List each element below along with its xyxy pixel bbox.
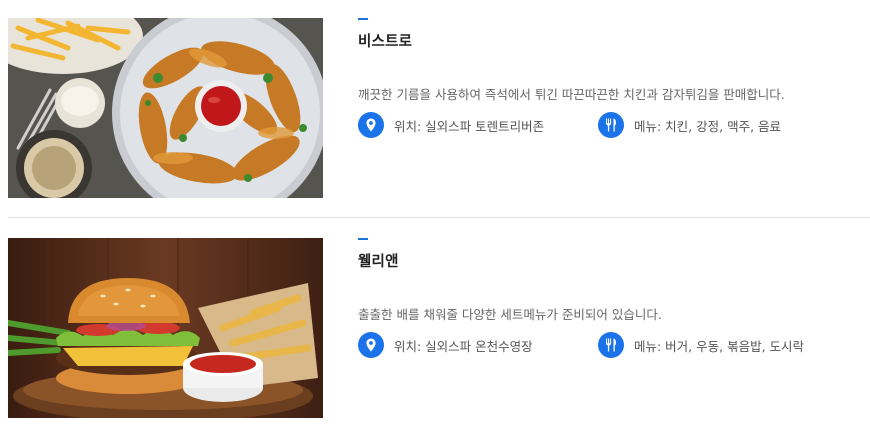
location-info: 위치: 실외스파 토렌트리버존 [358,111,544,139]
restaurant-name: 웰리앤 [358,254,399,270]
location-info: 위치: 실외스파 온천수영장 [358,331,533,359]
restaurant-name: 비스트로 [358,34,413,50]
restaurant-meta: 위치: 실외스파 토렌트리버존 메뉴: 치킨, 강정, 맥주, 음료 [358,111,860,139]
location-pin-icon [358,112,384,138]
card-divider [8,217,870,218]
restaurant-description: 깨끗한 기름을 사용하여 즉석에서 튀긴 따끈따끈한 치킨과 감자튀김을 판매합… [358,87,785,102]
restaurant-photo-fried-chicken[interactable] [8,18,323,198]
restaurant-info: 비스트로 깨끗한 기름을 사용하여 즉석에서 튀긴 따끈따끈한 치킨과 감자튀김… [358,18,860,139]
restaurant-card: 웰리앤 출출한 배를 채워줄 다양한 세트메뉴가 준비되어 있습니다. 위치: … [0,219,870,434]
title-accent-bar [358,238,368,240]
menu-text: 메뉴: 치킨, 강정, 맥주, 음료 [634,118,782,134]
title-accent-bar [358,18,368,20]
restaurant-info: 웰리앤 출출한 배를 채워줄 다양한 세트메뉴가 준비되어 있습니다. 위치: … [358,238,860,359]
fork-knife-icon [598,332,624,358]
location-text: 위치: 실외스파 온천수영장 [394,338,533,354]
restaurant-photo-burger[interactable] [8,238,323,418]
location-pin-icon [358,332,384,358]
location-text: 위치: 실외스파 토렌트리버존 [394,118,545,134]
restaurant-card: 비스트로 깨끗한 기름을 사용하여 즉석에서 튀긴 따끈따끈한 치킨과 감자튀김… [0,0,870,218]
restaurant-description: 출출한 배를 채워줄 다양한 세트메뉴가 준비되어 있습니다. [358,307,662,322]
menu-info: 메뉴: 버거, 우동, 볶음밥, 도시락 [598,331,804,359]
menu-text: 메뉴: 버거, 우동, 볶음밥, 도시락 [634,338,805,354]
menu-info: 메뉴: 치킨, 강정, 맥주, 음료 [598,111,781,139]
fork-knife-icon [598,112,624,138]
restaurant-meta: 위치: 실외스파 온천수영장 메뉴: 버거, 우동, 볶음밥, 도시락 [358,331,860,359]
